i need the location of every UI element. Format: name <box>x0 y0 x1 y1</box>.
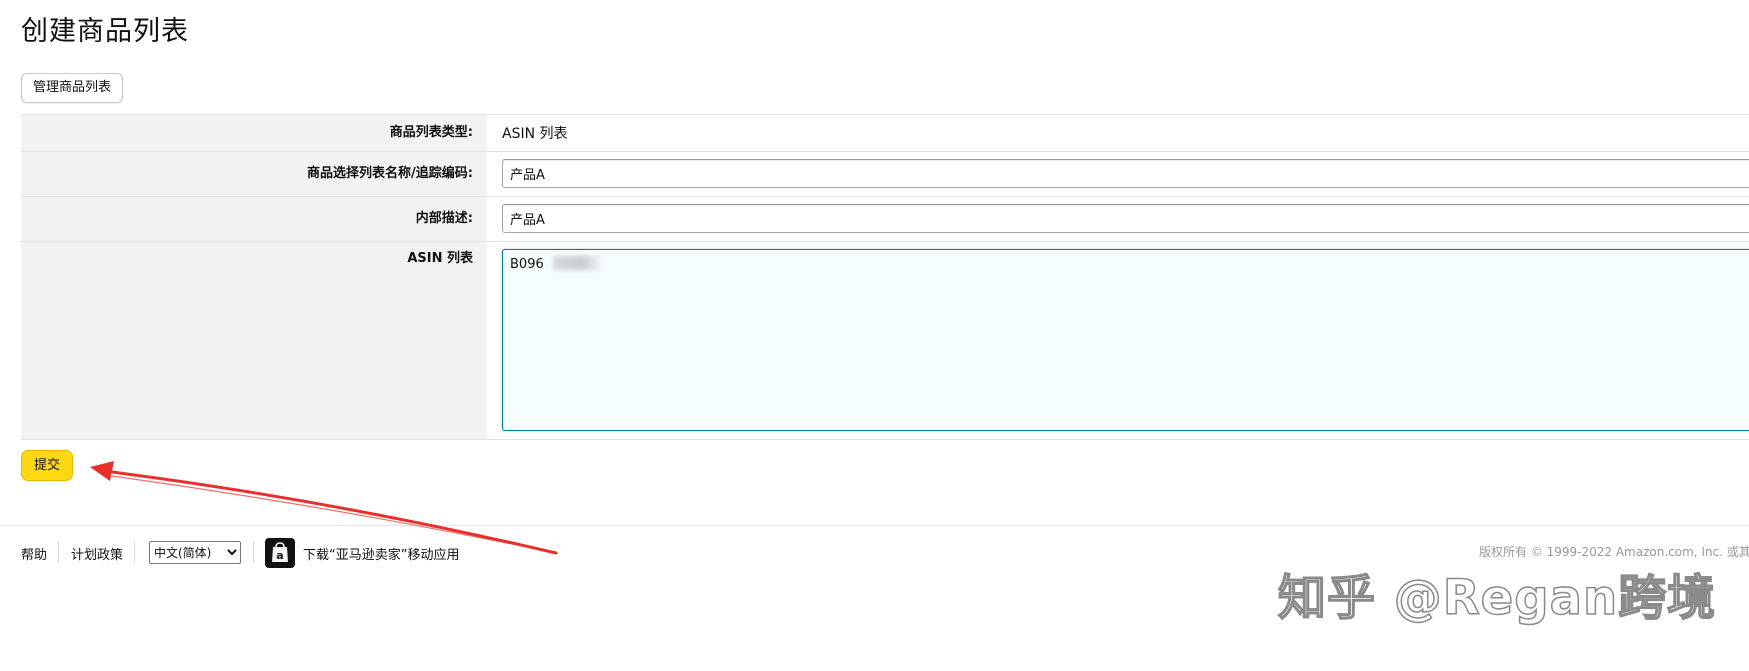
form-row-list-type: 商品列表类型: ASIN 列表 <box>21 115 1749 152</box>
language-select[interactable]: 中文(简体) <box>149 541 241 564</box>
svg-text:a: a <box>276 549 283 562</box>
footer-separator <box>58 542 59 562</box>
asin-list-label: ASIN 列表 <box>21 242 487 439</box>
form-row-asin-list: ASIN 列表 B096 <box>21 242 1749 440</box>
list-name-input[interactable] <box>502 159 1749 188</box>
form-row-description: 内部描述: <box>21 197 1749 242</box>
description-input[interactable] <box>502 204 1749 233</box>
help-link[interactable]: 帮助 <box>21 544 47 563</box>
asin-list-textarea[interactable]: B096 <box>502 249 1749 431</box>
product-list-form: 商品列表类型: ASIN 列表 商品选择列表名称/追踪编码: 内部描述: ASI… <box>21 114 1749 440</box>
download-app-link[interactable]: 下载“亚马逊卖家”移动应用 <box>303 544 459 563</box>
program-policies-link[interactable]: 计划政策 <box>71 544 123 563</box>
form-row-list-name: 商品选择列表名称/追踪编码: <box>21 152 1749 197</box>
submit-button[interactable]: 提交 <box>21 450 74 481</box>
description-label: 内部描述: <box>21 197 487 241</box>
amazon-app-icon[interactable]: a <box>265 538 295 568</box>
manage-product-lists-button[interactable]: 管理商品列表 <box>21 73 124 103</box>
redaction-blur <box>553 256 603 270</box>
list-type-label: 商品列表类型: <box>21 115 487 151</box>
footer-divider <box>0 525 1749 526</box>
page-title: 创建商品列表 <box>21 16 189 47</box>
watermark-text: 知乎 @Regan跨境 <box>1277 569 1717 627</box>
list-name-label: 商品选择列表名称/追踪编码: <box>21 152 487 196</box>
footer-separator <box>253 542 254 562</box>
footer-separator <box>134 542 135 562</box>
list-type-value: ASIN 列表 <box>502 126 568 142</box>
